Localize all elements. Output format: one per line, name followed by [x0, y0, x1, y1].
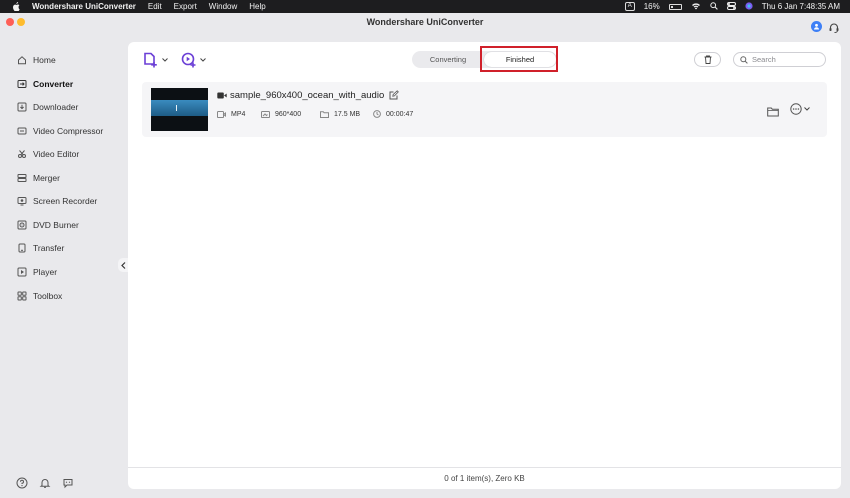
video-thumbnail[interactable]: [151, 88, 208, 131]
folder-size-icon: [320, 110, 329, 118]
wifi-icon[interactable]: [691, 2, 701, 12]
transfer-icon: [17, 243, 27, 253]
downloader-icon: [17, 102, 27, 112]
format-info: MP4: [217, 109, 245, 119]
menu-help[interactable]: Help: [249, 2, 265, 11]
spotlight-search-icon[interactable]: [710, 1, 718, 12]
sidebar-item-toolbox[interactable]: Toolbox: [17, 289, 62, 303]
edit-name-icon[interactable]: [389, 90, 400, 100]
chevron-down-icon: [162, 58, 168, 62]
add-media-icon: [181, 52, 196, 68]
input-source-indicator[interactable]: A: [624, 2, 635, 11]
delete-button[interactable]: [694, 52, 721, 67]
sidebar-item-downloader[interactable]: Downloader: [17, 100, 78, 114]
screen-recorder-icon: [17, 196, 27, 206]
format-icon: [217, 110, 226, 118]
dvd-burner-icon: [17, 220, 27, 230]
apple-icon[interactable]: [10, 2, 22, 11]
more-options-button[interactable]: [790, 103, 810, 115]
more-icon: [790, 103, 802, 115]
status-tab-switcher: Converting Finished: [412, 51, 557, 68]
search-input[interactable]: [752, 55, 822, 64]
menu-edit[interactable]: Edit: [148, 2, 162, 11]
file-resolution: 960*400: [275, 110, 302, 118]
battery-percent: 16%: [643, 2, 660, 11]
merger-icon: [17, 173, 27, 183]
file-duration: 00:00:47: [386, 110, 414, 118]
support-headset-icon[interactable]: [828, 21, 840, 33]
video-editor-icon: [17, 149, 27, 159]
sidebar: Home Converter Downloader Video Compress…: [0, 33, 128, 498]
sidebar-item-dvd-burner[interactable]: DVD Burner: [17, 218, 79, 232]
resolution-info: 960*400: [261, 109, 301, 119]
file-name: sample_960x400_ocean_with_audio: [230, 89, 385, 101]
sidebar-item-label: Converter: [33, 79, 74, 89]
size-info: 17.5 MB: [320, 109, 360, 119]
player-icon: [17, 267, 27, 277]
converter-main-panel: Converting Finished sample_960x400_ocean…: [128, 42, 841, 489]
menu-datetime[interactable]: Thu 6 Jan 7:48:35 AM: [762, 2, 840, 11]
trash-icon: [704, 55, 711, 64]
sidebar-item-label: Merger: [33, 173, 60, 183]
duration-info: 00:00:47: [373, 109, 413, 119]
sidebar-item-label: Toolbox: [33, 291, 63, 301]
sidebar-item-label: Video Editor: [33, 149, 80, 159]
status-footer: 0 of 1 item(s), Zero KB: [128, 467, 841, 489]
feedback-icon[interactable]: [62, 476, 74, 489]
file-size: 17.5 MB: [334, 110, 361, 118]
search-icon: [740, 55, 748, 64]
sidebar-item-video-editor[interactable]: Video Editor: [17, 147, 79, 161]
help-icon[interactable]: [16, 476, 28, 489]
tab-finished[interactable]: Finished: [484, 52, 556, 67]
macos-menu-bar: Wondershare UniConverter Edit Export Win…: [0, 0, 850, 13]
sidebar-item-label: DVD Burner: [33, 220, 79, 230]
resolution-icon: [261, 110, 270, 118]
converter-icon: [17, 79, 27, 89]
menu-window[interactable]: Window: [209, 2, 237, 11]
open-folder-icon[interactable]: [767, 104, 779, 117]
sidebar-item-label: Video Compressor: [33, 126, 104, 136]
sidebar-collapse-button[interactable]: [118, 258, 128, 272]
control-center-icon[interactable]: [726, 1, 736, 12]
add-files-button[interactable]: [143, 52, 168, 68]
menu-app-name[interactable]: Wondershare UniConverter: [32, 2, 136, 11]
file-list-item[interactable]: sample_960x400_ocean_with_audio MP4 960*…: [142, 82, 827, 137]
sidebar-item-screen-recorder[interactable]: Screen Recorder: [17, 194, 97, 208]
sidebar-item-merger[interactable]: Merger: [17, 171, 60, 185]
account-icon[interactable]: [811, 21, 822, 32]
sidebar-item-label: Transfer: [33, 243, 65, 253]
sidebar-item-home[interactable]: Home: [17, 53, 56, 67]
sidebar-item-player[interactable]: Player: [17, 265, 57, 279]
sidebar-item-label: Downloader: [33, 102, 79, 112]
notification-bell-icon[interactable]: [39, 476, 51, 488]
video-file-icon: [217, 92, 227, 98]
toolbox-icon: [17, 291, 27, 301]
sidebar-item-converter[interactable]: Converter: [17, 77, 73, 91]
sidebar-item-video-compressor[interactable]: Video Compressor: [17, 124, 103, 138]
sidebar-item-label: Player: [33, 267, 58, 277]
search-box[interactable]: [733, 52, 826, 67]
home-icon: [17, 55, 27, 65]
window-title-bar: Wondershare UniConverter: [0, 13, 850, 33]
chevron-down-icon: [200, 58, 206, 62]
chevron-down-icon: [804, 107, 810, 111]
file-format: MP4: [231, 110, 246, 118]
menu-export[interactable]: Export: [174, 2, 197, 11]
item-count-status: 0 of 1 item(s), Zero KB: [444, 474, 525, 483]
window-title: Wondershare UniConverter: [366, 17, 484, 27]
sidebar-item-label: Screen Recorder: [33, 196, 98, 206]
sidebar-item-transfer[interactable]: Transfer: [17, 241, 64, 255]
tab-converting[interactable]: Converting: [412, 52, 484, 67]
menu-bar-status: A 16% Thu 6 Jan 7:48:35 AM: [624, 0, 840, 13]
add-media-button[interactable]: [181, 52, 206, 68]
video-compressor-icon: [17, 126, 27, 136]
siri-icon[interactable]: [745, 1, 753, 12]
sidebar-item-label: Home: [33, 55, 56, 65]
clock-icon: [373, 110, 381, 118]
add-file-icon: [144, 52, 157, 68]
battery-icon[interactable]: [668, 3, 682, 10]
